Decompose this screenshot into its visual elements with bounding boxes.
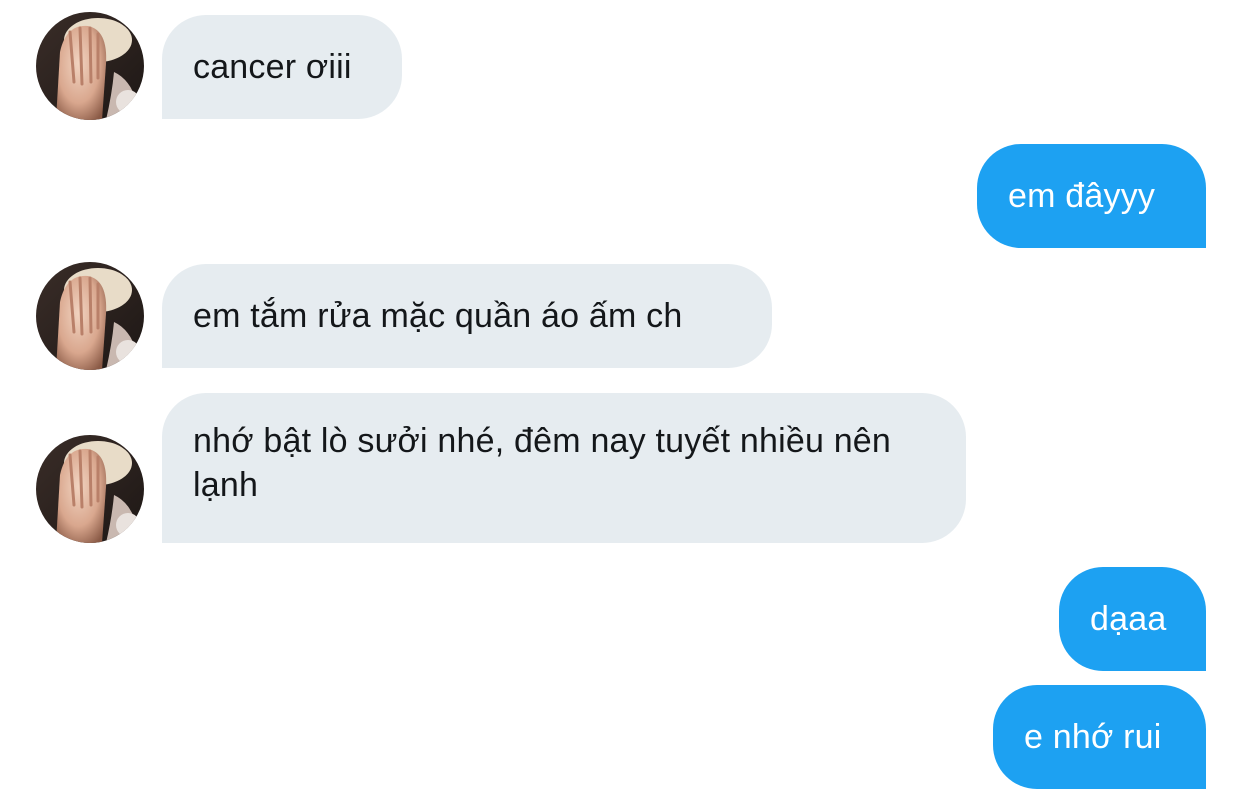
avatar-photo-icon [36,262,144,370]
message-text: cancer ơiii [193,48,352,86]
message-text: e nhớ rui [1024,718,1162,756]
avatar-photo-icon [36,12,144,120]
avatar[interactable] [36,262,144,370]
message-text: dạaa [1090,600,1167,638]
message-bubble[interactable]: em tắm rửa mặc quần áo ấm ch [162,264,772,368]
message-bubble[interactable]: em đâyyy [977,144,1206,248]
message-text: em đâyyy [1008,177,1156,215]
avatar-photo-icon [36,435,144,543]
avatar[interactable] [36,435,144,543]
message-text: em tắm rửa mặc quần áo ấm ch [193,297,683,335]
avatar[interactable] [36,12,144,120]
message-bubble[interactable]: cancer ơiii [162,15,402,119]
message-text: nhớ bật lò sưởi nhé, đêm nay tuyết nhiều… [193,422,892,504]
message-bubble[interactable]: nhớ bật lò sưởi nhé, đêm nay tuyết nhiều… [162,393,966,543]
conversation-thread: cancer ơiii em đâyyy em tắm rửa mặc quần… [0,0,1242,798]
message-bubble[interactable]: e nhớ rui [993,685,1206,789]
message-bubble[interactable]: dạaa [1059,567,1206,671]
